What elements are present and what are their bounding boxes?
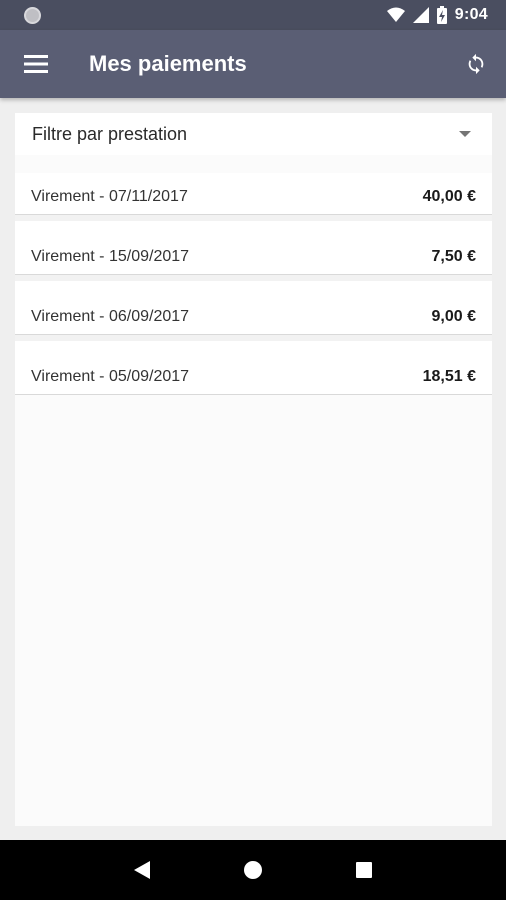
refresh-icon <box>468 53 484 75</box>
nav-recents-button[interactable] <box>344 850 384 890</box>
hamburger-menu-icon <box>24 55 48 73</box>
signal-icon <box>412 7 429 23</box>
payment-amount: 7,50 € <box>431 248 476 265</box>
payment-description: Virement - 15/09/2017 <box>31 248 190 265</box>
nav-home-button[interactable] <box>233 850 273 890</box>
status-icons: 9:04 <box>386 6 488 24</box>
app-bar: Mes paiements <box>0 30 506 98</box>
status-bar: 9:04 <box>0 0 506 30</box>
payment-amount: 40,00 € <box>422 188 476 205</box>
payment-description: Virement - 05/09/2017 <box>31 368 190 385</box>
list-item[interactable]: Virement - 07/11/2017 40,00 € <box>15 173 492 215</box>
payment-description: Virement - 06/09/2017 <box>31 308 190 325</box>
battery-icon <box>436 6 447 24</box>
back-triangle-icon <box>133 861 150 879</box>
prestation-filter-dropdown[interactable]: Filtre par prestation <box>15 113 492 155</box>
dropdown-arrow-icon <box>459 131 471 137</box>
payments-content: Filtre par prestation Virement - 07/11/2… <box>15 113 492 826</box>
nav-back-button[interactable] <box>122 850 162 890</box>
system-navigation-bar <box>0 840 506 900</box>
wifi-icon <box>386 7 405 22</box>
payments-list: Virement - 07/11/2017 40,00 € Virement -… <box>15 173 492 395</box>
page-title: Mes paiements <box>89 51 247 76</box>
refresh-button[interactable] <box>446 30 506 98</box>
list-item[interactable]: Virement - 05/09/2017 18,51 € <box>15 335 492 395</box>
notification-dot-icon <box>24 6 41 24</box>
menu-button[interactable] <box>0 30 72 98</box>
home-circle-icon <box>243 861 262 879</box>
recents-square-icon <box>356 862 373 878</box>
list-item[interactable]: Virement - 06/09/2017 9,00 € <box>15 275 492 335</box>
filter-label: Filtre par prestation <box>32 123 188 144</box>
payment-description: Virement - 07/11/2017 <box>31 188 188 205</box>
status-time: 9:04 <box>454 6 488 23</box>
payment-amount: 18,51 € <box>422 368 476 385</box>
list-item[interactable]: Virement - 15/09/2017 7,50 € <box>15 215 492 275</box>
payment-amount: 9,00 € <box>431 308 476 325</box>
